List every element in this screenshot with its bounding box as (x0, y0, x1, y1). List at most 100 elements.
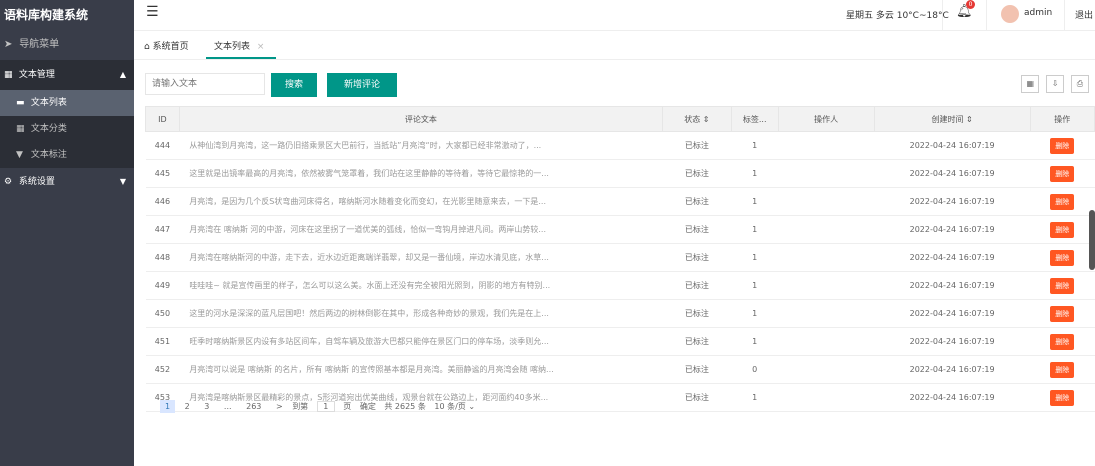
print-icon[interactable]: ⎙ (1071, 75, 1089, 93)
cell-text: 哇哇哇~ 就是宣传画里的样子，怎么可以这么美。水面上还没有完全被阳光照到，阴影的… (179, 271, 663, 300)
table-row[interactable]: 445 这里就是出镜率最高的月亮湾，依然被雾气笼罩着，我们站在这里静静的等待着，等… (145, 159, 1095, 188)
cell-text: 月亮湾，是因为几个反S状弯曲河床得名，喀纳斯河水随着变化而变幻，在光影里随意来去… (179, 187, 663, 216)
menu-group-label: 文本管理 (18, 70, 55, 80)
col-header-tag[interactable]: 标签... (730, 106, 779, 132)
table-row[interactable]: 449 哇哇哇~ 就是宣传画里的样子，怎么可以这么美。水面上还没有完全被阳光照到，… (145, 271, 1095, 300)
menu-toggle-icon[interactable]: ☰ (146, 4, 159, 20)
menu-group-system-settings[interactable]: ⚙ 系统设置 ▼ (0, 168, 134, 196)
page-button[interactable]: 1 (160, 400, 176, 413)
cell-created: 2022-04-24 16:07:19 (874, 215, 1031, 244)
cell-operator (778, 327, 875, 356)
table-row[interactable]: 447 月亮湾在 喀纳斯 河的中游，河床在这里拐了一道优美的弧线，恰似一弯钩月掉进… (145, 215, 1095, 244)
search-input[interactable] (145, 73, 265, 95)
cell-operator (778, 159, 875, 188)
columns-icon[interactable]: ▦ (1021, 75, 1040, 93)
table-row[interactable]: 451 旺季时喀纳斯景区内设有多站区间车，自驾车辆及旅游大巴都只能停在景区门口的停… (145, 327, 1095, 356)
menu-group-text-management[interactable]: ▦ 文本管理 ▲ (0, 60, 134, 90)
delete-button[interactable]: 删除 (1050, 137, 1075, 154)
cell-id: 451 (145, 327, 180, 356)
search-button[interactable]: 搜索 (271, 73, 317, 97)
cell-tag: 1 (731, 159, 779, 188)
table-row[interactable]: 448 月亮湾在喀纳斯河的中游，走下去，近水边近距离端详翡翠，却又是一番仙境，岸边… (145, 243, 1095, 272)
weather-info: 星期五 多云 10°C~18°C (846, 11, 949, 21)
cell-status: 已标注 (662, 243, 732, 272)
cell-created: 2022-04-24 16:07:19 (874, 327, 1031, 356)
col-header-status[interactable]: 状态 ⇕ (662, 106, 732, 132)
add-comment-button[interactable]: 新增评论 (327, 73, 397, 97)
col-header-id[interactable]: ID (145, 106, 180, 132)
cell-status: 已标注 (662, 159, 732, 188)
table-row[interactable]: 446 月亮湾，是因为几个反S状弯曲河床得名，喀纳斯河水随着变化而变幻，在光影里随… (145, 187, 1095, 216)
delete-button[interactable]: 删除 (1050, 193, 1075, 210)
delete-button[interactable]: 删除 (1050, 249, 1075, 266)
page-button[interactable]: 263 (241, 400, 266, 413)
cell-status: 已标注 (662, 327, 732, 356)
cell-text: 这里的河水是深深的蓝凡层国吧！然后两边的树林倒影在其中，形成各种奇妙的景观，我们… (179, 299, 663, 328)
cell-operator (778, 187, 875, 216)
divider (1064, 0, 1065, 30)
close-icon[interactable]: × (257, 42, 265, 52)
delete-button[interactable]: 删除 (1050, 305, 1075, 322)
tabs-bar: ⌂ 系统首页 文本列表 × (134, 31, 1095, 60)
delete-button[interactable]: 删除 (1050, 221, 1075, 238)
category-icon: ▦ (16, 124, 25, 134)
cell-action: 删除 (1030, 131, 1095, 160)
col-header-text[interactable]: 评论文本 (178, 106, 664, 132)
logout-link[interactable]: 退出 (1075, 8, 1093, 21)
col-header-operator[interactable]: 操作人 (777, 106, 875, 132)
table-row[interactable]: 450 这里的河水是深深的蓝凡层国吧！然后两边的树林倒影在其中，形成各种奇妙的景观… (145, 299, 1095, 328)
filter-icon: ▼ (16, 150, 23, 160)
chevron-down-icon[interactable]: ⌄ (468, 402, 475, 411)
nav-menu-header[interactable]: ➤ 导航菜单 (0, 30, 134, 60)
cell-text: 从神仙湾到月亮湾，这一路仍旧搭乘景区大巴前行，当抵站”月亮湾“时，大家都已经非常… (179, 131, 663, 160)
tab-home[interactable]: ⌂ 系统首页 (144, 39, 189, 52)
page-jump-input[interactable]: 1 (316, 401, 335, 412)
cell-tag: 1 (731, 215, 779, 244)
cell-id: 452 (145, 355, 180, 384)
cell-id: 446 (145, 187, 180, 216)
grid-icon: ▦ (4, 70, 13, 80)
cell-id: 445 (145, 159, 180, 188)
table-row[interactable]: 452 月亮湾可以说是 喀纳斯 的名片，所有 喀纳斯 的宣传照基本都是月亮湾。美丽… (145, 355, 1095, 384)
cell-created: 2022-04-24 16:07:19 (874, 383, 1031, 412)
sidebar-item-text-category[interactable]: ▦ 文本分类 (0, 116, 134, 142)
cell-action: 删除 (1030, 271, 1095, 300)
table-header-row: ID 评论文本 状态 ⇕ 标签... 操作人 创建时间 ⇕ 操作 (145, 106, 1095, 132)
delete-button[interactable]: 删除 (1050, 361, 1075, 378)
export-icon[interactable]: ⇩ (1046, 75, 1065, 93)
page-size-select[interactable]: 10 条/页 (434, 402, 465, 411)
pagination: 1 2 3 ... 263 > 到第 1 页 确定 共 2625 条 10 条/… (160, 400, 475, 413)
cell-status: 已标注 (662, 383, 732, 412)
cell-created: 2022-04-24 16:07:19 (874, 355, 1031, 384)
cell-action: 删除 (1030, 159, 1095, 188)
avatar[interactable] (1001, 5, 1019, 23)
cell-action: 删除 (1030, 355, 1095, 384)
sidebar-item-text-annotation[interactable]: ▼ 文本标注 (0, 142, 134, 168)
delete-button[interactable]: 删除 (1050, 277, 1075, 294)
divider (986, 0, 987, 30)
cell-operator (778, 215, 875, 244)
tab-text-list[interactable]: 文本列表 × (214, 39, 264, 52)
sidebar-item-text-list[interactable]: ▬ 文本列表 (0, 90, 134, 116)
scrollbar[interactable] (1089, 210, 1095, 270)
text-table: ID 评论文本 状态 ⇕ 标签... 操作人 创建时间 ⇕ 操作 444 从神仙湾… (145, 106, 1095, 412)
delete-button[interactable]: 删除 (1050, 165, 1075, 182)
page-button[interactable]: 2 (180, 400, 195, 413)
sidebar-item-label: 文本标注 (30, 150, 67, 160)
col-header-created[interactable]: 创建时间 ⇕ (873, 106, 1031, 132)
user-name[interactable]: admin (1024, 8, 1052, 18)
page-button[interactable]: 3 (199, 400, 214, 413)
cell-action: 删除 (1030, 215, 1095, 244)
top-header: ☰ 星期五 多云 10°C~18°C 🔔︎ 0 admin 退出 (134, 0, 1095, 31)
table-row[interactable]: 444 从神仙湾到月亮湾，这一路仍旧搭乘景区大巴前行，当抵站”月亮湾“时，大家都已… (145, 131, 1095, 160)
navigation-icon: ➤ (4, 39, 13, 50)
confirm-jump-button[interactable]: 确定 (360, 402, 376, 411)
cell-operator (778, 299, 875, 328)
cell-id: 448 (145, 243, 180, 272)
next-page-button[interactable]: > (271, 400, 288, 413)
delete-button[interactable]: 删除 (1050, 389, 1075, 406)
delete-button[interactable]: 删除 (1050, 333, 1075, 350)
table-tools: ▦ ⇩ ⎙ (1017, 75, 1089, 93)
caret-up-icon: ▲ (119, 70, 126, 79)
cell-status: 已标注 (662, 271, 732, 300)
